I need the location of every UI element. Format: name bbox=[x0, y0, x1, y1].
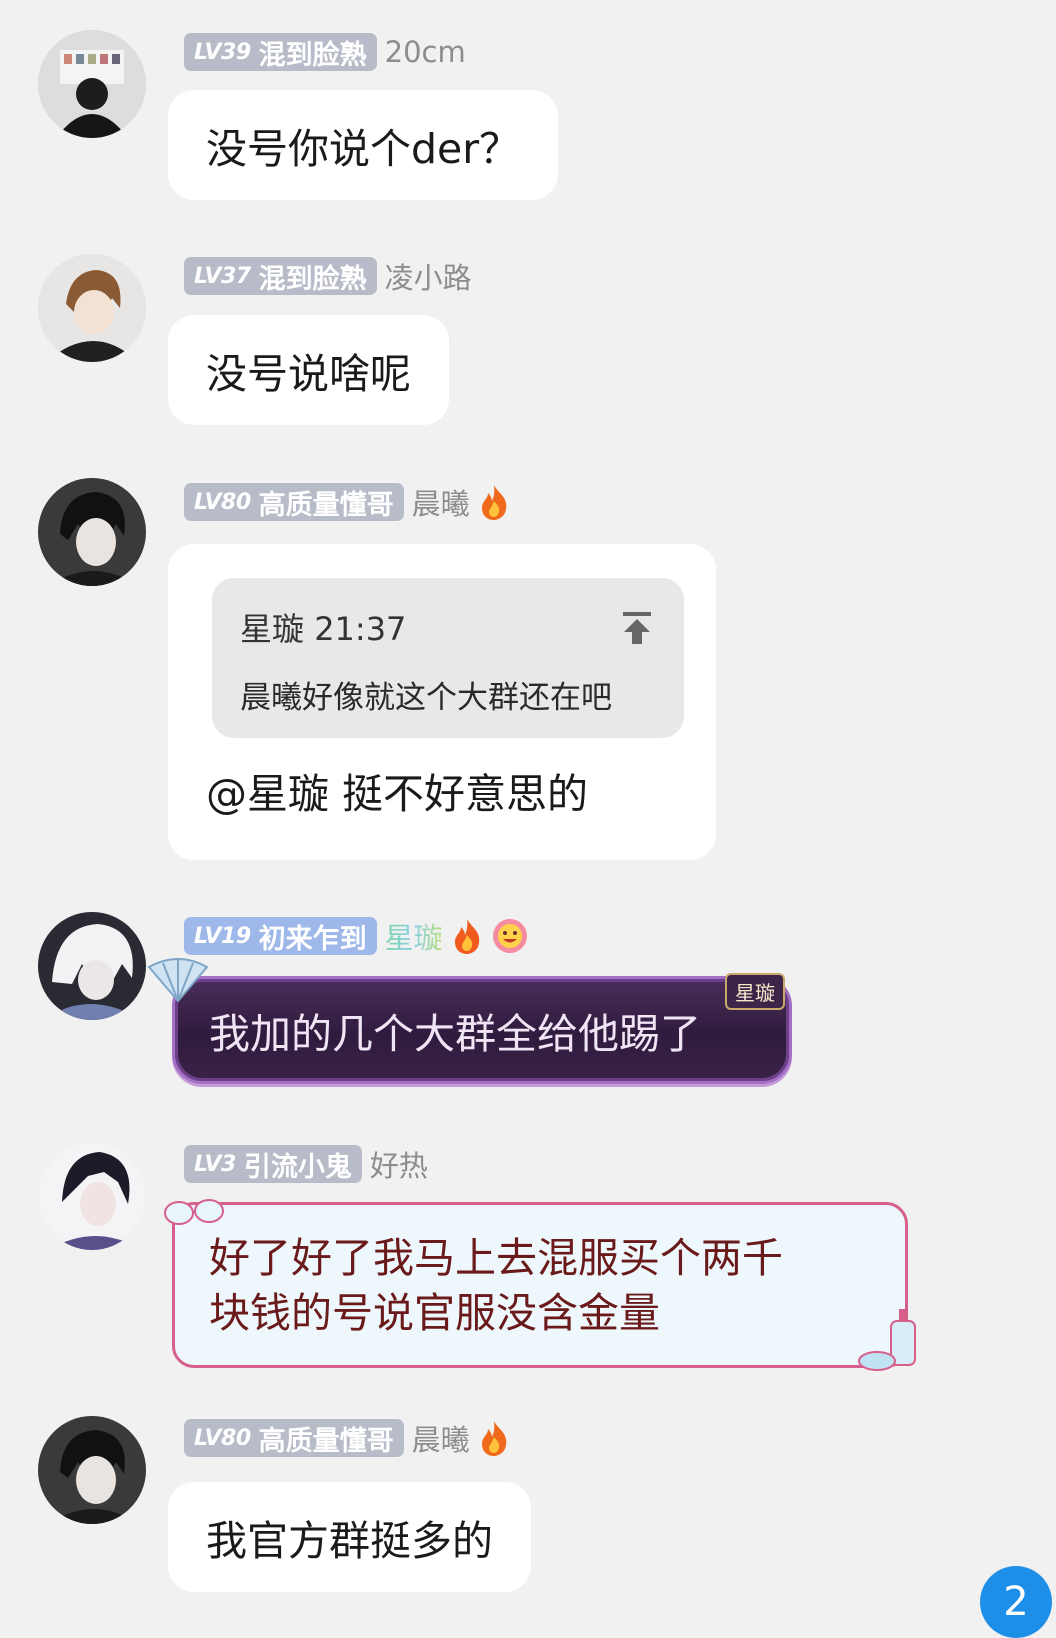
sender-meta: LV19 初来乍到 星璇 bbox=[184, 916, 529, 956]
member-level-badge: LV3 引流小鬼 bbox=[184, 1145, 362, 1183]
sender-meta: LV80 高质量懂哥 晨曦 bbox=[184, 1418, 510, 1458]
quote-author: 星璇 bbox=[240, 610, 305, 648]
message-text: 我官方群挺多的 bbox=[206, 1517, 493, 1565]
message-bubble[interactable]: 好了好了我马上去混服买个两千 块钱的号说官服没含金量 bbox=[164, 1199, 916, 1371]
message-bubble[interactable]: 我官方群挺多的 bbox=[168, 1482, 531, 1592]
sender-nickname[interactable]: 星璇 bbox=[385, 915, 443, 957]
message-text: 没号说啥呢 bbox=[206, 350, 411, 398]
member-level-badge: LV37 混到脸熟 bbox=[184, 257, 377, 295]
member-title: 高质量懂哥 bbox=[258, 1425, 394, 1457]
sender-meta: LV3 引流小鬼 好热 bbox=[184, 1144, 428, 1184]
member-title: 混到脸熟 bbox=[258, 39, 367, 71]
sender-meta: LV39 混到脸熟 20cm bbox=[184, 32, 466, 72]
member-title: 初来乍到 bbox=[258, 923, 367, 955]
member-level-badge: LV39 混到脸熟 bbox=[184, 33, 377, 71]
message-bubble[interactable]: 星璇 我加的几个大群全给他踢了 bbox=[147, 958, 792, 1084]
avatar[interactable] bbox=[38, 254, 146, 362]
avatar[interactable] bbox=[38, 30, 146, 138]
sender-nickname[interactable]: 好热 bbox=[370, 1143, 428, 1185]
sender-nickname[interactable]: 凌小路 bbox=[385, 255, 472, 297]
flame-icon bbox=[481, 485, 506, 520]
fan-decoration-icon bbox=[147, 958, 209, 1003]
message-text: 没号你说个der？ bbox=[206, 125, 521, 173]
message-bubble[interactable]: 没号你说个der？ bbox=[168, 90, 559, 200]
member-title: 引流小鬼 bbox=[243, 1151, 352, 1183]
level-label: LV3 bbox=[194, 1151, 236, 1177]
message-text: @星璇 挺不好意思的 bbox=[206, 770, 589, 818]
avatar[interactable] bbox=[38, 478, 146, 586]
level-label: LV37 bbox=[194, 263, 251, 289]
unread-count-badge[interactable]: 2 bbox=[980, 1566, 1052, 1638]
message-text-line: 块钱的号说官服没含金量 bbox=[209, 1289, 660, 1337]
soap-decoration-icon bbox=[858, 1309, 916, 1371]
flame-icon bbox=[481, 1421, 506, 1456]
goggles-decoration-icon bbox=[164, 1199, 224, 1225]
quoted-reply-card[interactable]: 星璇 21:37 晨曦好像就这个大群还在吧 bbox=[212, 578, 684, 738]
sender-nickname[interactable]: 20cm bbox=[385, 35, 466, 69]
smile-face-icon bbox=[492, 919, 527, 953]
avatar[interactable] bbox=[38, 1416, 146, 1524]
message-text-line: 好了好了我马上去混服买个两千 bbox=[209, 1234, 783, 1282]
pin-to-top-icon[interactable] bbox=[618, 608, 656, 646]
level-label: LV80 bbox=[194, 489, 251, 515]
sender-meta: LV80 高质量懂哥 晨曦 bbox=[184, 482, 510, 522]
quote-time: 21:37 bbox=[314, 610, 407, 648]
member-level-badge: LV80 高质量懂哥 bbox=[184, 483, 404, 521]
sender-nickname[interactable]: 晨曦 bbox=[412, 481, 470, 523]
sender-meta: LV37 混到脸熟 凌小路 bbox=[184, 256, 472, 296]
bubble-name-tag: 星璇 bbox=[725, 973, 785, 1010]
member-level-badge: LV80 高质量懂哥 bbox=[184, 1419, 404, 1457]
quote-header: 星璇 21:37 bbox=[240, 604, 656, 650]
level-label: LV19 bbox=[194, 923, 251, 949]
unread-count: 2 bbox=[1003, 1579, 1029, 1625]
member-title: 混到脸熟 bbox=[258, 263, 367, 295]
quote-author-time: 星璇 21:37 bbox=[240, 604, 406, 650]
member-title: 高质量懂哥 bbox=[258, 489, 394, 521]
message-bubble[interactable]: 没号说啥呢 bbox=[168, 315, 449, 425]
level-label: LV39 bbox=[194, 39, 251, 65]
sender-nickname[interactable]: 晨曦 bbox=[412, 1417, 470, 1459]
member-level-badge: LV19 初来乍到 bbox=[184, 917, 377, 955]
quote-text: 晨曦好像就这个大群还在吧 bbox=[240, 680, 612, 716]
avatar[interactable] bbox=[38, 1142, 146, 1250]
avatar[interactable] bbox=[38, 912, 146, 1020]
message-text: 我加的几个大群全给他踢了 bbox=[209, 1010, 701, 1058]
flame-icon bbox=[454, 919, 479, 954]
level-label: LV80 bbox=[194, 1425, 251, 1451]
